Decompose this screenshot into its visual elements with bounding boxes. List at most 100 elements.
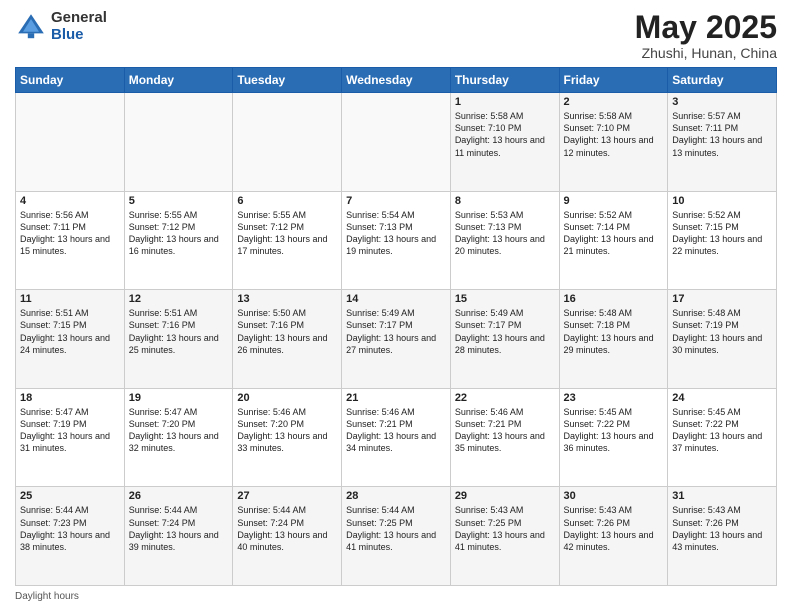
calendar-cell: 12 Sunrise: 5:51 AM Sunset: 7:16 PM Dayli… bbox=[124, 290, 233, 389]
day-number: 1 bbox=[455, 96, 555, 108]
day-info: Sunrise: 5:50 AM Sunset: 7:16 PM Dayligh… bbox=[237, 307, 337, 356]
day-number: 22 bbox=[455, 392, 555, 404]
day-info: Sunrise: 5:48 AM Sunset: 7:18 PM Dayligh… bbox=[564, 307, 664, 356]
daylight-label: Daylight hours bbox=[15, 591, 79, 602]
calendar-cell: 4Sunrise: 5:56 AM Sunset: 7:11 PM Daylig… bbox=[16, 191, 125, 290]
day-number: 15 bbox=[455, 293, 555, 305]
day-number: 21 bbox=[346, 392, 446, 404]
calendar-cell: 14Sunrise: 5:49 AM Sunset: 7:17 PM Dayli… bbox=[342, 290, 451, 389]
calendar-cell: 20 Sunrise: 5:46 AM Sunset: 7:20 PM Dayli… bbox=[233, 388, 342, 487]
calendar-cell: 31Sunrise: 5:43 AM Sunset: 7:26 PM Dayli… bbox=[668, 487, 777, 586]
day-info: Sunrise: 5:46 AM Sunset: 7:21 PM Dayligh… bbox=[455, 406, 555, 455]
page: General Blue May 2025 Zhushi, Hunan, Chi… bbox=[0, 0, 792, 612]
day-number: 30 bbox=[564, 490, 664, 502]
day-number: 16 bbox=[564, 293, 664, 305]
calendar-cell: 29 Sunrise: 5:43 AM Sunset: 7:25 PM Dayli… bbox=[450, 487, 559, 586]
logo-general-text: General bbox=[51, 10, 107, 27]
day-number: 27 bbox=[237, 490, 337, 502]
logo-blue-text: Blue bbox=[51, 27, 107, 44]
calendar-table: SundayMondayTuesdayWednesdayThursdayFrid… bbox=[15, 67, 777, 586]
calendar-week-5: 25Sunrise: 5:44 AM Sunset: 7:23 PM Dayli… bbox=[16, 487, 777, 586]
header: General Blue May 2025 Zhushi, Hunan, Chi… bbox=[15, 10, 777, 61]
day-info: Sunrise: 5:57 AM Sunset: 7:11 PM Dayligh… bbox=[672, 110, 772, 159]
day-info: Sunrise: 5:46 AM Sunset: 7:20 PM Dayligh… bbox=[237, 406, 337, 455]
day-number: 29 bbox=[455, 490, 555, 502]
weekday-header-wednesday: Wednesday bbox=[342, 68, 451, 93]
day-number: 9 bbox=[564, 195, 664, 207]
day-info: Sunrise: 5:58 AM Sunset: 7:10 PM Dayligh… bbox=[455, 110, 555, 159]
day-info: Sunrise: 5:49 AM Sunset: 7:17 PM Dayligh… bbox=[455, 307, 555, 356]
day-info: Sunrise: 5:55 AM Sunset: 7:12 PM Dayligh… bbox=[129, 209, 229, 258]
day-info: Sunrise: 5:51 AM Sunset: 7:15 PM Dayligh… bbox=[20, 307, 120, 356]
day-number: 26 bbox=[129, 490, 229, 502]
title-block: May 2025 Zhushi, Hunan, China bbox=[635, 10, 777, 61]
month-title: May 2025 bbox=[635, 10, 777, 45]
day-number: 10 bbox=[672, 195, 772, 207]
day-number: 7 bbox=[346, 195, 446, 207]
calendar-cell: 3 Sunrise: 5:57 AM Sunset: 7:11 PM Daylig… bbox=[668, 93, 777, 192]
weekday-header-thursday: Thursday bbox=[450, 68, 559, 93]
day-number: 20 bbox=[237, 392, 337, 404]
calendar-cell: 13Sunrise: 5:50 AM Sunset: 7:16 PM Dayli… bbox=[233, 290, 342, 389]
calendar-cell: 10 Sunrise: 5:52 AM Sunset: 7:15 PM Dayli… bbox=[668, 191, 777, 290]
calendar-cell: 16 Sunrise: 5:48 AM Sunset: 7:18 PM Dayli… bbox=[559, 290, 668, 389]
calendar-cell bbox=[233, 93, 342, 192]
day-info: Sunrise: 5:47 AM Sunset: 7:19 PM Dayligh… bbox=[20, 406, 120, 455]
day-info: Sunrise: 5:58 AM Sunset: 7:10 PM Dayligh… bbox=[564, 110, 664, 159]
day-number: 5 bbox=[129, 195, 229, 207]
weekday-header-friday: Friday bbox=[559, 68, 668, 93]
logo-text: General Blue bbox=[51, 10, 107, 43]
location: Zhushi, Hunan, China bbox=[635, 45, 777, 61]
day-info: Sunrise: 5:44 AM Sunset: 7:24 PM Dayligh… bbox=[237, 504, 337, 553]
day-number: 2 bbox=[564, 96, 664, 108]
day-info: Sunrise: 5:52 AM Sunset: 7:15 PM Dayligh… bbox=[672, 209, 772, 258]
weekday-header-sunday: Sunday bbox=[16, 68, 125, 93]
day-number: 12 bbox=[129, 293, 229, 305]
calendar-cell: 27 Sunrise: 5:44 AM Sunset: 7:24 PM Dayli… bbox=[233, 487, 342, 586]
calendar-cell bbox=[342, 93, 451, 192]
calendar-cell: 18 Sunrise: 5:47 AM Sunset: 7:19 PM Dayli… bbox=[16, 388, 125, 487]
calendar-cell: 21 Sunrise: 5:46 AM Sunset: 7:21 PM Dayli… bbox=[342, 388, 451, 487]
calendar-cell: 28 Sunrise: 5:44 AM Sunset: 7:25 PM Dayli… bbox=[342, 487, 451, 586]
day-info: Sunrise: 5:56 AM Sunset: 7:11 PM Dayligh… bbox=[20, 209, 120, 258]
day-info: Sunrise: 5:45 AM Sunset: 7:22 PM Dayligh… bbox=[672, 406, 772, 455]
calendar-cell: 9 Sunrise: 5:52 AM Sunset: 7:14 PM Daylig… bbox=[559, 191, 668, 290]
calendar-cell: 5 Sunrise: 5:55 AM Sunset: 7:12 PM Daylig… bbox=[124, 191, 233, 290]
day-info: Sunrise: 5:54 AM Sunset: 7:13 PM Dayligh… bbox=[346, 209, 446, 258]
day-info: Sunrise: 5:48 AM Sunset: 7:19 PM Dayligh… bbox=[672, 307, 772, 356]
day-number: 18 bbox=[20, 392, 120, 404]
day-number: 6 bbox=[237, 195, 337, 207]
day-info: Sunrise: 5:44 AM Sunset: 7:24 PM Dayligh… bbox=[129, 504, 229, 553]
calendar-cell: 24 Sunrise: 5:45 AM Sunset: 7:22 PM Dayli… bbox=[668, 388, 777, 487]
day-info: Sunrise: 5:51 AM Sunset: 7:16 PM Dayligh… bbox=[129, 307, 229, 356]
calendar-cell: 2 Sunrise: 5:58 AM Sunset: 7:10 PM Daylig… bbox=[559, 93, 668, 192]
day-info: Sunrise: 5:43 AM Sunset: 7:25 PM Dayligh… bbox=[455, 504, 555, 553]
day-number: 8 bbox=[455, 195, 555, 207]
day-number: 24 bbox=[672, 392, 772, 404]
calendar-header-row: SundayMondayTuesdayWednesdayThursdayFrid… bbox=[16, 68, 777, 93]
logo: General Blue bbox=[15, 10, 107, 43]
calendar-week-3: 11 Sunrise: 5:51 AM Sunset: 7:15 PM Dayli… bbox=[16, 290, 777, 389]
day-number: 3 bbox=[672, 96, 772, 108]
day-number: 11 bbox=[20, 293, 120, 305]
calendar-cell: 17 Sunrise: 5:48 AM Sunset: 7:19 PM Dayli… bbox=[668, 290, 777, 389]
day-number: 14 bbox=[346, 293, 446, 305]
calendar-cell: 23Sunrise: 5:45 AM Sunset: 7:22 PM Dayli… bbox=[559, 388, 668, 487]
day-number: 25 bbox=[20, 490, 120, 502]
calendar-cell: 11 Sunrise: 5:51 AM Sunset: 7:15 PM Dayli… bbox=[16, 290, 125, 389]
day-number: 17 bbox=[672, 293, 772, 305]
day-info: Sunrise: 5:55 AM Sunset: 7:12 PM Dayligh… bbox=[237, 209, 337, 258]
day-info: Sunrise: 5:52 AM Sunset: 7:14 PM Dayligh… bbox=[564, 209, 664, 258]
calendar-week-2: 4Sunrise: 5:56 AM Sunset: 7:11 PM Daylig… bbox=[16, 191, 777, 290]
calendar-week-4: 18 Sunrise: 5:47 AM Sunset: 7:19 PM Dayli… bbox=[16, 388, 777, 487]
calendar-cell: 7 Sunrise: 5:54 AM Sunset: 7:13 PM Daylig… bbox=[342, 191, 451, 290]
weekday-header-monday: Monday bbox=[124, 68, 233, 93]
day-info: Sunrise: 5:46 AM Sunset: 7:21 PM Dayligh… bbox=[346, 406, 446, 455]
calendar-cell: 1 Sunrise: 5:58 AM Sunset: 7:10 PM Daylig… bbox=[450, 93, 559, 192]
calendar-cell: 30Sunrise: 5:43 AM Sunset: 7:26 PM Dayli… bbox=[559, 487, 668, 586]
day-info: Sunrise: 5:43 AM Sunset: 7:26 PM Dayligh… bbox=[672, 504, 772, 553]
calendar-cell: 25Sunrise: 5:44 AM Sunset: 7:23 PM Dayli… bbox=[16, 487, 125, 586]
day-info: Sunrise: 5:44 AM Sunset: 7:25 PM Dayligh… bbox=[346, 504, 446, 553]
logo-icon bbox=[15, 11, 47, 43]
day-number: 28 bbox=[346, 490, 446, 502]
